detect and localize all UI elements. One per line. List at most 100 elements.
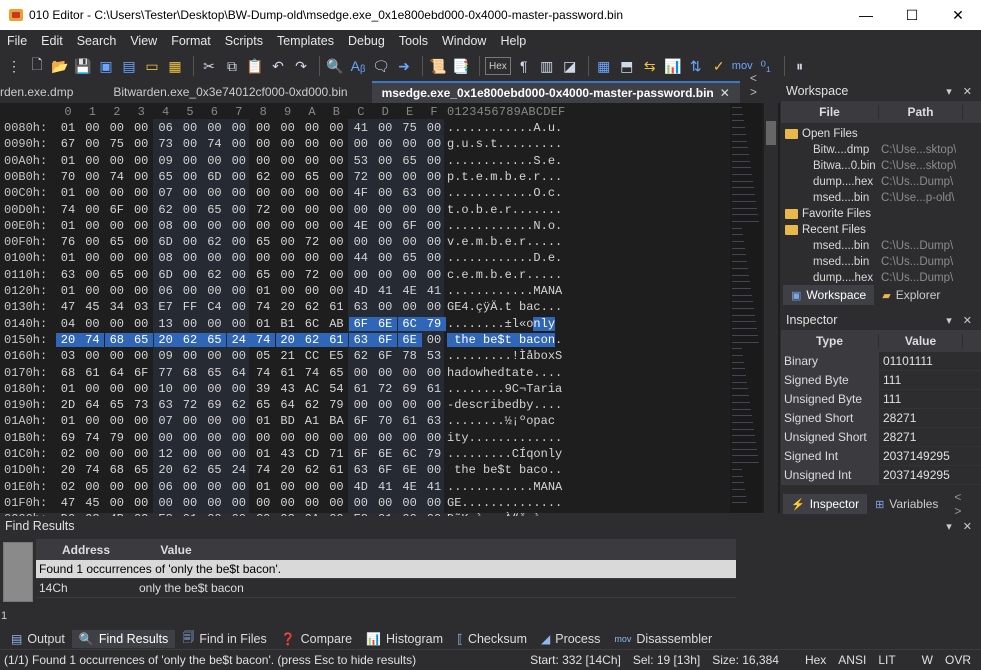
hex-byte[interactable]: 00 bbox=[154, 431, 178, 445]
hex-byte[interactable]: 00 bbox=[300, 137, 324, 151]
save-all-icon[interactable]: ▤ bbox=[119, 55, 139, 77]
hex-byte[interactable]: 00 bbox=[129, 186, 153, 200]
menu-format[interactable]: Format bbox=[164, 34, 218, 48]
hex-byte[interactable]: 00 bbox=[178, 431, 202, 445]
bookmark-icon[interactable]: ⬒ bbox=[617, 55, 637, 77]
hex-byte[interactable]: 00 bbox=[373, 431, 397, 445]
hex-byte[interactable]: 00 bbox=[349, 431, 373, 445]
hex-byte[interactable]: 00 bbox=[227, 121, 251, 135]
hex-byte[interactable]: 01 bbox=[56, 121, 80, 135]
row-chars[interactable]: .........CÍqonly bbox=[447, 447, 562, 461]
hex-byte[interactable]: 77 bbox=[154, 366, 178, 380]
hex-byte[interactable]: 01 bbox=[56, 382, 80, 396]
hex-row[interactable]: 0150h: 20 74 68 65 20 62 65 24 74 20 62 61 63 6F 6E 00 t… bbox=[0, 332, 730, 349]
hex-byte[interactable]: 6F bbox=[373, 463, 397, 477]
replace-icon[interactable]: Aᵦ bbox=[348, 55, 368, 77]
hex-byte[interactable]: 00 bbox=[105, 154, 129, 168]
hex-byte[interactable]: 70 bbox=[56, 170, 80, 184]
hex-byte[interactable]: 41 bbox=[349, 121, 373, 135]
hex-row[interactable]: 0170h: 68 61 64 6F 77 68 65 64 74 61 74 65 00 00 00 00 ha… bbox=[0, 366, 730, 382]
hex-byte[interactable]: 65 bbox=[251, 398, 275, 412]
hex-byte[interactable]: 43 bbox=[276, 382, 300, 396]
goto-icon[interactable]: ➜ bbox=[394, 55, 414, 77]
hex-byte[interactable]: 53 bbox=[422, 349, 446, 363]
hex-byte[interactable]: 00 bbox=[129, 431, 153, 445]
row-chars[interactable]: ............A.u. bbox=[447, 121, 562, 135]
hex-byte[interactable]: 79 bbox=[324, 398, 348, 412]
inspector-row[interactable]: Signed Short 28271 bbox=[781, 408, 981, 428]
hex-byte[interactable]: 61 bbox=[80, 366, 104, 380]
hex-byte[interactable]: AC bbox=[300, 382, 324, 396]
hex-byte[interactable]: 74 bbox=[80, 431, 104, 445]
hex-byte[interactable]: 00 bbox=[398, 398, 422, 412]
hex-byte[interactable]: 00 bbox=[398, 496, 422, 510]
hex-byte[interactable]: 00 bbox=[227, 203, 251, 217]
hex-byte[interactable]: 00 bbox=[178, 137, 202, 151]
histogram-icon[interactable]: 📊 bbox=[663, 55, 683, 77]
hex-byte[interactable]: 00 bbox=[324, 186, 348, 200]
hex-byte[interactable]: 65 bbox=[202, 332, 227, 347]
hex-byte[interactable]: 00 bbox=[398, 300, 422, 314]
hex-byte[interactable]: CD bbox=[300, 447, 324, 461]
workspace-file-item[interactable]: msed....bin C:\Us...Dump\ bbox=[781, 238, 981, 254]
hex-byte[interactable]: 00 bbox=[276, 186, 300, 200]
row-chars[interactable]: p.t.e.m.b.e.r... bbox=[447, 170, 562, 184]
row-chars[interactable]: ........±l«only bbox=[447, 316, 556, 331]
hex-byte[interactable]: 00 bbox=[324, 496, 348, 510]
hex-byte[interactable]: 00 bbox=[422, 235, 446, 249]
hex-byte[interactable]: 62 bbox=[202, 268, 226, 282]
hex-byte[interactable]: 00 bbox=[422, 398, 446, 412]
hex-byte[interactable]: 62 bbox=[300, 463, 324, 477]
hex-byte[interactable]: 00 bbox=[398, 170, 422, 184]
panel-buttons[interactable]: ▾ ✕ bbox=[946, 314, 981, 327]
hex-byte[interactable]: 6F bbox=[348, 316, 373, 331]
hex-byte[interactable]: 21 bbox=[276, 349, 300, 363]
pause-icon[interactable]: ⏸ bbox=[790, 55, 810, 77]
hex-byte[interactable]: 71 bbox=[324, 447, 348, 461]
row-chars[interactable]: v.e.m.b.e.r..... bbox=[447, 235, 562, 249]
hex-byte[interactable]: 00 bbox=[80, 251, 104, 265]
hex-byte[interactable]: 74 bbox=[202, 137, 226, 151]
hex-byte[interactable]: 6F bbox=[349, 447, 373, 461]
find-icon[interactable]: 🔍 bbox=[325, 55, 345, 77]
menu-search[interactable]: Search bbox=[70, 34, 124, 48]
hex-byte[interactable]: 72 bbox=[349, 170, 373, 184]
hex-byte[interactable]: 62 bbox=[349, 349, 373, 363]
hex-byte[interactable]: 00 bbox=[80, 382, 104, 396]
hex-byte[interactable]: 00 bbox=[80, 447, 104, 461]
hex-byte[interactable]: 00 bbox=[202, 251, 226, 265]
hex-byte[interactable]: 4E bbox=[398, 480, 422, 494]
hex-byte[interactable]: 00 bbox=[178, 170, 202, 184]
hex-byte[interactable]: 00 bbox=[227, 300, 251, 314]
hex-byte[interactable]: 6E bbox=[398, 463, 422, 477]
hex-byte[interactable]: 00 bbox=[422, 366, 446, 380]
hex-byte[interactable]: 00 bbox=[178, 447, 202, 461]
hex-byte[interactable]: 61 bbox=[422, 382, 446, 396]
hex-byte[interactable]: 67 bbox=[56, 137, 80, 151]
hex-byte[interactable]: 62 bbox=[300, 332, 324, 347]
hex-byte[interactable]: 00 bbox=[178, 121, 202, 135]
hex-byte[interactable]: 00 bbox=[178, 317, 202, 331]
hex-byte[interactable]: 00 bbox=[129, 349, 153, 363]
hex-byte[interactable]: 00 bbox=[373, 121, 397, 135]
hex-byte[interactable]: 00 bbox=[129, 121, 153, 135]
hex-byte[interactable]: 00 bbox=[373, 300, 397, 314]
hex-row[interactable]: 01C0h: 02 00 00 00 12 00 00 00 01 43 CD 71 6F 6E 6C 79..… bbox=[0, 447, 730, 463]
hex-byte[interactable]: 00 bbox=[227, 382, 251, 396]
hex-byte[interactable]: 79 bbox=[422, 447, 446, 461]
hex-byte[interactable]: 20 bbox=[276, 463, 300, 477]
hex-byte[interactable]: 65 bbox=[105, 398, 129, 412]
recent-files-group[interactable]: Recent Files bbox=[781, 222, 981, 238]
hex-byte[interactable]: 00 bbox=[105, 349, 129, 363]
hex-byte[interactable]: 6F bbox=[373, 332, 398, 347]
hex-byte[interactable]: 00 bbox=[178, 154, 202, 168]
workspace-icon[interactable]: ▦ bbox=[165, 55, 185, 77]
hex-byte[interactable]: 6D bbox=[154, 268, 178, 282]
hex-byte[interactable]: 00 bbox=[202, 382, 226, 396]
hex-byte[interactable]: 72 bbox=[178, 398, 202, 412]
status-overwrite[interactable]: OVR bbox=[945, 653, 971, 667]
hex-byte[interactable]: 00 bbox=[105, 447, 129, 461]
hex-byte[interactable]: 00 bbox=[349, 137, 373, 151]
hex-byte[interactable]: 63 bbox=[56, 268, 80, 282]
hex-byte[interactable]: 41 bbox=[422, 480, 446, 494]
